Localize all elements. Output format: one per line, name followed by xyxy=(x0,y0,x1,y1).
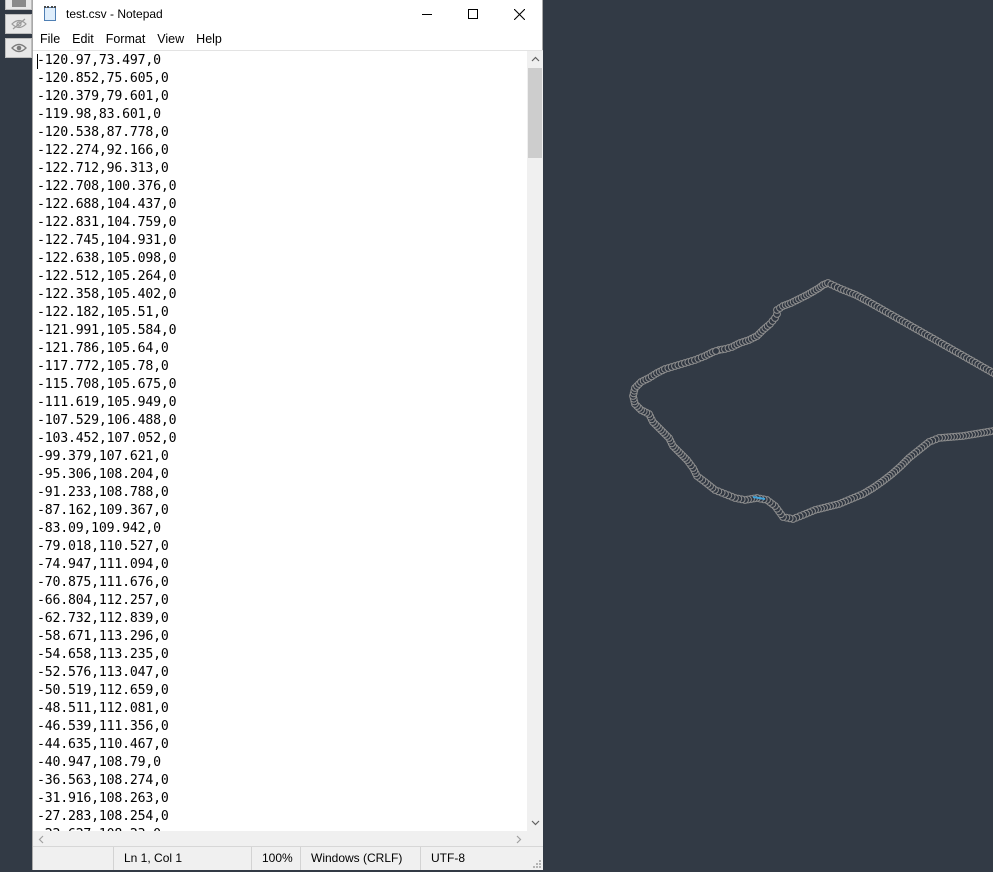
cursor-position: Ln 1, Col 1 xyxy=(113,847,253,870)
layer-button[interactable] xyxy=(5,0,32,10)
hide-toggle-button[interactable] xyxy=(5,14,32,34)
vertical-scroll-thumb[interactable] xyxy=(528,68,542,158)
menu-format[interactable]: Format xyxy=(100,28,152,50)
close-icon xyxy=(513,8,525,20)
line-ending: Windows (CRLF) xyxy=(300,847,420,870)
text-line: -83.09,109.942,0 xyxy=(37,521,161,536)
point-cloud-viewport[interactable] xyxy=(543,0,993,872)
zoom-level: 100% xyxy=(251,847,299,870)
text-line: -54.658,113.235,0 xyxy=(37,647,169,662)
text-line: -122.831,104.759,0 xyxy=(37,215,177,230)
text-line: -66.804,112.257,0 xyxy=(37,593,169,608)
scroll-up-button[interactable] xyxy=(527,51,543,67)
text-line: -120.379,79.601,0 xyxy=(37,89,169,104)
text-line: -122.708,100.376,0 xyxy=(37,179,177,194)
text-line: -62.732,112.839,0 xyxy=(37,611,169,626)
text-line: -52.576,113.047,0 xyxy=(37,665,169,680)
scroll-right-button[interactable] xyxy=(511,831,527,847)
notepad-icon xyxy=(42,6,58,22)
text-line: -70.875,111.676,0 xyxy=(37,575,169,590)
text-line: -121.991,105.584,0 xyxy=(37,323,177,338)
eye-icon xyxy=(10,43,27,53)
text-line: -122.274,92.166,0 xyxy=(37,143,169,158)
text-line: -115.708,105.675,0 xyxy=(37,377,177,392)
text-line: -48.511,112.081,0 xyxy=(37,701,169,716)
chevron-left-icon xyxy=(38,835,44,843)
text-line: -111.619,105.949,0 xyxy=(37,395,177,410)
text-line: -122.182,105.51,0 xyxy=(37,305,169,320)
show-toggle-button[interactable] xyxy=(5,38,32,58)
text-line: -119.98,83.601,0 xyxy=(37,107,161,122)
text-line: -121.786,105.64,0 xyxy=(37,341,169,356)
scroll-left-button[interactable] xyxy=(33,831,49,847)
text-line: -46.539,111.356,0 xyxy=(37,719,169,734)
minimize-button[interactable] xyxy=(404,0,450,28)
horizontal-scrollbar[interactable] xyxy=(33,831,527,847)
window-title: test.csv - Notepad xyxy=(66,7,163,21)
menu-file[interactable]: File xyxy=(34,28,66,50)
text-line: -79.018,110.527,0 xyxy=(37,539,169,554)
text-line: -58.671,113.296,0 xyxy=(37,629,169,644)
vertical-scrollbar[interactable] xyxy=(527,51,543,831)
menu-edit[interactable]: Edit xyxy=(66,28,100,50)
status-bar: Ln 1, Col 1 100% Windows (CRLF) UTF-8 xyxy=(33,846,543,870)
chevron-up-icon xyxy=(531,56,539,62)
tool-strip xyxy=(5,0,32,62)
resize-grip-icon[interactable] xyxy=(532,859,542,869)
title-bar[interactable]: test.csv - Notepad xyxy=(33,0,542,28)
text-line: -50.519,112.659,0 xyxy=(37,683,169,698)
text-line: -122.712,96.313,0 xyxy=(37,161,169,176)
scroll-down-button[interactable] xyxy=(527,815,543,831)
text-line: -122.745,104.931,0 xyxy=(37,233,177,248)
notepad-window: test.csv - Notepad File Edit Format View… xyxy=(32,0,543,870)
text-line: -122.638,105.098,0 xyxy=(37,251,177,266)
text-line: -44.635,110.467,0 xyxy=(37,737,169,752)
text-line: -103.452,107.052,0 xyxy=(37,431,177,446)
square-icon xyxy=(11,0,26,7)
editor-area: -120.97,73.497,0 -120.852,75.605,0 -120.37… xyxy=(33,50,543,847)
text-line: -99.379,107.621,0 xyxy=(37,449,169,464)
text-line: -122.512,105.264,0 xyxy=(37,269,177,284)
text-line: -27.283,108.254,0 xyxy=(37,809,169,824)
text-line: -91.233,108.788,0 xyxy=(37,485,169,500)
text-line: -120.97,73.497,0 xyxy=(37,53,161,68)
close-button[interactable] xyxy=(496,0,542,28)
text-line: -122.358,105.402,0 xyxy=(37,287,177,302)
scroll-corner xyxy=(527,831,543,847)
text-line: -120.852,75.605,0 xyxy=(37,71,169,86)
text-line: -31.916,108.263,0 xyxy=(37,791,169,806)
menu-view[interactable]: View xyxy=(151,28,190,50)
text-line: -74.947,111.094,0 xyxy=(37,557,169,572)
text-line: -36.563,108.274,0 xyxy=(37,773,169,788)
text-line: -120.538,87.778,0 xyxy=(37,125,169,140)
text-editor[interactable]: -120.97,73.497,0 -120.852,75.605,0 -120.37… xyxy=(33,51,527,831)
text-line: -87.162,109.367,0 xyxy=(37,503,169,518)
maximize-icon xyxy=(468,9,478,19)
text-line: -122.688,104.437,0 xyxy=(37,197,177,212)
eye-off-icon xyxy=(10,18,27,30)
caption-buttons xyxy=(404,0,542,28)
text-line: -117.772,105.78,0 xyxy=(37,359,169,374)
chevron-right-icon xyxy=(516,835,522,843)
minimize-icon xyxy=(422,14,432,15)
chevron-down-icon xyxy=(531,820,539,826)
text-line: -40.947,108.79,0 xyxy=(37,755,161,770)
text-caret xyxy=(37,54,38,69)
encoding: UTF-8 xyxy=(420,847,530,870)
text-line: -95.306,108.204,0 xyxy=(37,467,169,482)
text-line: -107.529,106.488,0 xyxy=(37,413,177,428)
maximize-button[interactable] xyxy=(450,0,496,28)
menu-bar: File Edit Format View Help xyxy=(33,28,542,50)
menu-help[interactable]: Help xyxy=(190,28,228,50)
point-marker xyxy=(712,347,720,355)
